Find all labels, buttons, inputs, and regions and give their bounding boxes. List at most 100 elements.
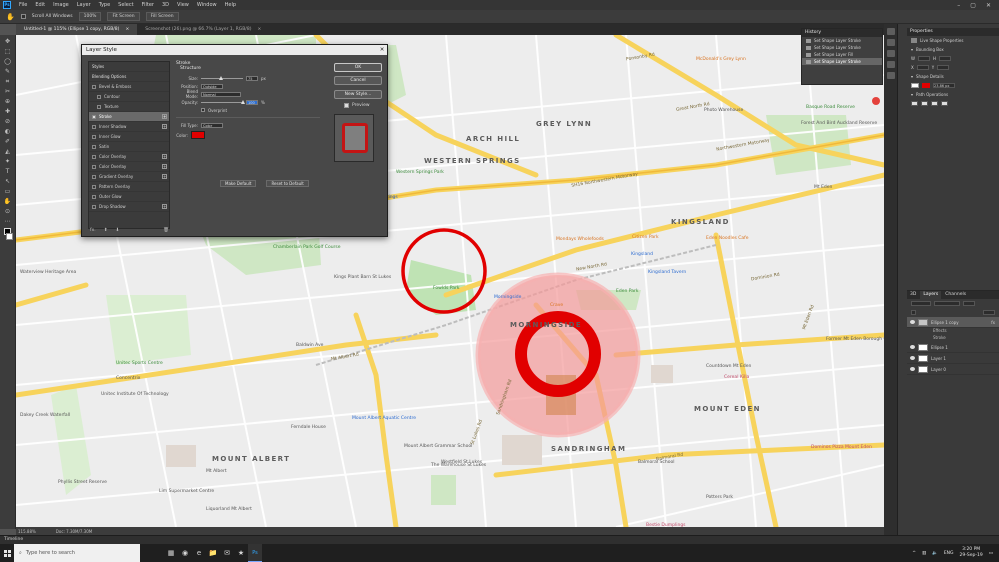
style-checkbox[interactable] bbox=[97, 94, 101, 99]
move-up-icon[interactable]: ⬆ bbox=[104, 228, 108, 233]
style-checkbox[interactable] bbox=[92, 124, 96, 129]
layer-row[interactable]: Layer 1 bbox=[907, 353, 999, 364]
opacity-slider-knob[interactable] bbox=[241, 99, 245, 104]
style-item[interactable]: Color Overlay + bbox=[89, 162, 169, 172]
chevron-down-icon[interactable]: ▾ bbox=[911, 74, 913, 79]
tool-9-icon[interactable]: ◐ bbox=[2, 128, 13, 136]
path-combine-button[interactable] bbox=[911, 101, 918, 106]
tool-0-icon[interactable]: ✥ bbox=[2, 38, 13, 46]
history-item[interactable]: Set Shape Layer Fill bbox=[802, 51, 882, 58]
doc-size[interactable]: Doc: 7.30M/7.30M bbox=[56, 529, 92, 534]
style-checkbox[interactable] bbox=[92, 174, 96, 179]
style-item[interactable]: Inner Glow bbox=[89, 132, 169, 142]
x-field[interactable] bbox=[916, 65, 929, 70]
position-select[interactable]: Outside bbox=[201, 83, 223, 89]
size-slider[interactable] bbox=[201, 75, 243, 80]
menu-help[interactable]: Help bbox=[221, 2, 240, 8]
style-checkbox[interactable] bbox=[92, 184, 96, 189]
fill-swatch[interactable] bbox=[911, 83, 919, 88]
add-style-plus-icon[interactable]: + bbox=[162, 174, 167, 179]
fx-menu-button[interactable]: fx. bbox=[90, 228, 96, 233]
tab-3d[interactable]: 3D bbox=[910, 291, 916, 299]
tool-16-icon[interactable]: ✋ bbox=[2, 198, 13, 206]
layer-row[interactable]: Ellipse 1 copy fx bbox=[907, 317, 999, 328]
move-down-icon[interactable]: ⬇ bbox=[115, 228, 119, 233]
style-item[interactable]: Bevel & Emboss bbox=[89, 82, 169, 92]
swatches-icon[interactable] bbox=[886, 61, 895, 68]
style-checkbox[interactable] bbox=[92, 204, 96, 209]
close-icon[interactable]: × bbox=[125, 27, 129, 32]
menu-filter[interactable]: Filter bbox=[138, 2, 158, 8]
visibility-eye-icon[interactable] bbox=[910, 320, 915, 324]
history-item[interactable]: Set Shape Layer Stroke bbox=[802, 58, 882, 65]
close-icon[interactable]: ✕ bbox=[377, 45, 387, 55]
opacity-field[interactable]: 100 bbox=[246, 99, 258, 105]
stroke-color-swatch[interactable] bbox=[191, 131, 205, 139]
tab-layers[interactable]: Layers bbox=[920, 291, 942, 299]
zoom-value[interactable]: 100% bbox=[78, 12, 102, 21]
style-item[interactable]: Texture bbox=[89, 102, 169, 112]
layer-kind-filter[interactable] bbox=[911, 301, 931, 306]
style-checkbox[interactable] bbox=[92, 154, 96, 159]
h-field[interactable] bbox=[938, 56, 951, 61]
menu-edit[interactable]: Edit bbox=[31, 2, 49, 8]
add-style-plus-icon[interactable]: + bbox=[162, 124, 167, 129]
scroll-all-checkbox[interactable] bbox=[20, 14, 26, 19]
style-item[interactable]: Inner Shadow + bbox=[89, 122, 169, 132]
close-button[interactable]: ✕ bbox=[986, 2, 991, 9]
trash-icon[interactable]: 🗑 bbox=[163, 228, 169, 233]
styles-header[interactable]: Styles bbox=[89, 62, 169, 72]
tool-8-icon[interactable]: ⊘ bbox=[2, 118, 13, 126]
fx-badge[interactable]: fx bbox=[991, 320, 995, 325]
taskbar-app-icon[interactable]: ◉ bbox=[178, 544, 192, 562]
tab-untitled[interactable]: Untitled-1 @ 115% (Ellipse 1 copy, RGB/8… bbox=[16, 24, 138, 35]
menu-3d[interactable]: 3D bbox=[158, 2, 173, 8]
history-item[interactable]: Set Shape Layer Stroke bbox=[802, 37, 882, 44]
stroke-swatch[interactable] bbox=[922, 83, 930, 88]
tool-6-icon[interactable]: ⊕ bbox=[2, 98, 13, 106]
tool-15-icon[interactable]: ▭ bbox=[2, 188, 13, 196]
tool-13-icon[interactable]: T bbox=[2, 168, 13, 176]
clock[interactable]: 3:20 PM 29-Sep-19 bbox=[960, 547, 983, 559]
tool-14-icon[interactable]: ↖ bbox=[2, 178, 13, 186]
preview-checkbox[interactable] bbox=[344, 103, 349, 108]
style-checkbox[interactable] bbox=[92, 194, 96, 199]
opacity-slider[interactable] bbox=[201, 99, 245, 104]
style-item[interactable]: Outer Glow bbox=[89, 192, 169, 202]
add-style-plus-icon[interactable]: + bbox=[162, 154, 167, 159]
add-style-plus-icon[interactable]: + bbox=[162, 204, 167, 209]
overprint-checkbox[interactable] bbox=[201, 108, 205, 112]
language-indicator[interactable]: ENG bbox=[944, 551, 954, 556]
properties-title[interactable]: Properties bbox=[910, 28, 933, 36]
background-color-swatch[interactable] bbox=[6, 233, 13, 240]
menu-window[interactable]: Window bbox=[193, 2, 221, 8]
libraries-icon[interactable] bbox=[886, 72, 895, 79]
tool-5-icon[interactable]: ✂ bbox=[2, 88, 13, 96]
tray-chevron-icon[interactable]: ^ bbox=[912, 551, 916, 556]
tool-4-icon[interactable]: ⌗ bbox=[2, 78, 13, 86]
visibility-eye-icon[interactable] bbox=[910, 367, 915, 371]
blending-options-item[interactable]: Blending Options bbox=[89, 72, 169, 82]
tool-10-icon[interactable]: ✐ bbox=[2, 138, 13, 146]
add-style-plus-icon[interactable]: + bbox=[162, 164, 167, 169]
style-checkbox[interactable] bbox=[92, 134, 96, 139]
menu-image[interactable]: Image bbox=[49, 2, 73, 8]
taskbar-app-icon[interactable]: ✉ bbox=[220, 544, 234, 562]
reset-default-button[interactable]: Reset to Default bbox=[266, 180, 309, 187]
style-item[interactable]: Satin bbox=[89, 142, 169, 152]
tool-7-icon[interactable]: ✚ bbox=[2, 108, 13, 116]
cancel-button[interactable]: Cancel bbox=[334, 76, 382, 85]
tool-2-icon[interactable]: ◯ bbox=[2, 58, 13, 66]
volume-icon[interactable]: 🔈 bbox=[932, 551, 938, 556]
style-item[interactable]: Pattern Overlay bbox=[89, 182, 169, 192]
tab-channels[interactable]: Channels bbox=[945, 291, 966, 299]
style-item[interactable]: Drop Shadow + bbox=[89, 202, 169, 212]
taskbar-app-icon[interactable]: 📁 bbox=[206, 544, 220, 562]
layer-row[interactable]: Ellipse 1 bbox=[907, 342, 999, 353]
tool-1-icon[interactable]: ⬚ bbox=[2, 48, 13, 56]
tool-18-icon[interactable]: ⋯ bbox=[2, 218, 13, 226]
properties-icon[interactable] bbox=[886, 39, 895, 46]
fill-type-select[interactable]: Color bbox=[201, 122, 223, 128]
lock-icon[interactable] bbox=[911, 310, 916, 315]
menu-view[interactable]: View bbox=[173, 2, 193, 8]
